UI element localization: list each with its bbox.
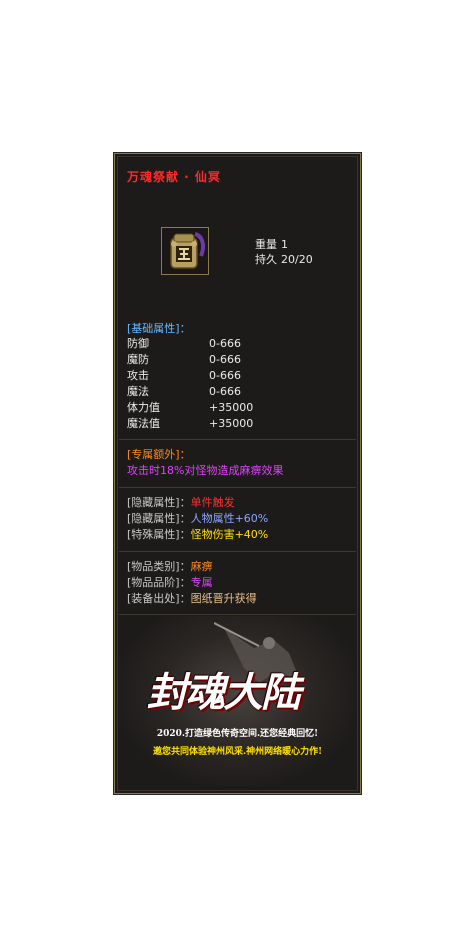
item-meta: 重量 1 持久 20/20 <box>255 237 313 267</box>
stat-value: +35000 <box>209 401 254 414</box>
stat-label: 魔法 <box>127 385 149 398</box>
divider <box>119 439 356 440</box>
game-banner: 封魂大陆 2020.打造绿色传奇空间.还您经典回忆! 邀您共同体验神州风采.神州… <box>119 616 356 786</box>
stat-row: 防御 0-666 <box>127 336 253 352</box>
stat-value: 0-666 <box>209 337 241 350</box>
stat-value: +35000 <box>209 417 254 430</box>
stat-row: 魔法 0-666 <box>127 384 253 400</box>
game-logo: 封魂大陆 <box>147 669 301 716</box>
seal-token-icon <box>170 232 205 269</box>
divider <box>119 487 356 488</box>
stat-row: 魔防 0-666 <box>127 352 253 368</box>
item-name: 万魂祭献 · 仙冥 <box>127 170 221 184</box>
stat-value: 0-666 <box>209 385 241 398</box>
info-label: [物品品阶]： <box>127 576 191 589</box>
weight-value: 1 <box>281 238 288 251</box>
base-attributes-header: [基础属性]： <box>127 322 191 335</box>
info-label: [装备出处]： <box>127 592 191 605</box>
stat-value: 0-666 <box>209 369 241 382</box>
exclusive-extra-header: [专属额外]： <box>127 448 191 461</box>
item-slot[interactable] <box>161 227 209 275</box>
divider <box>119 551 356 552</box>
stat-label: 体力值 <box>127 401 160 414</box>
base-stats-list: 防御 0-666 魔防 0-666 攻击 0-666 魔法 0-666 体力值 +3500… <box>127 336 253 432</box>
info-row: [物品品阶]：专属 <box>127 575 213 591</box>
exclusive-extra-effect: 攻击时18%对怪物造成麻痹效果 <box>127 464 284 477</box>
banner-slogan-primary: 2020.打造绿色传奇空间.还您经典回忆! <box>156 729 319 739</box>
special-attr-row: [特殊属性]：怪物伤害+40% <box>127 527 268 543</box>
attr-value: 单件触发 <box>190 496 235 509</box>
stat-label: 魔法值 <box>127 417 160 430</box>
info-row: [装备出处]：图纸晋升获得 <box>127 591 257 607</box>
stat-row: 攻击 0-666 <box>127 368 253 384</box>
hidden-attr-row: [隐藏属性]：单件触发 <box>127 495 235 511</box>
info-value: 图纸晋升获得 <box>190 592 257 605</box>
banner-slogan-secondary: 邀您共同体验神州风采.神州网络暖心力作! <box>152 747 323 757</box>
attr-suffix: +40% <box>234 528 269 541</box>
stat-label: 魔防 <box>127 353 149 366</box>
info-row: [物品类别]：麻痹 <box>127 559 213 575</box>
durability-label: 持久 <box>255 253 277 266</box>
stat-row: 魔法值 +35000 <box>127 416 253 432</box>
divider <box>119 614 356 615</box>
stat-row: 体力值 +35000 <box>127 400 253 416</box>
info-value: 麻痹 <box>190 560 213 573</box>
attr-label: [特殊属性]： <box>127 528 191 541</box>
attr-value: 怪物伤害 <box>190 528 235 541</box>
info-value: 专属 <box>190 576 213 589</box>
attr-label: [隐藏属性]： <box>127 496 191 509</box>
attr-suffix: +60% <box>234 512 269 525</box>
stat-value: 0-666 <box>209 353 241 366</box>
hidden-attr-row: [隐藏属性]：人物属性+60% <box>127 511 268 527</box>
weight-label: 重量 <box>255 238 277 251</box>
attr-value: 人物属性 <box>190 512 235 525</box>
item-tooltip: 万魂祭献 · 仙冥 重量 1 持久 20/20 [基础属性]： 防御 0-666 魔防… <box>113 152 362 795</box>
durability-value: 20/20 <box>281 253 313 266</box>
stat-label: 防御 <box>127 337 149 350</box>
attr-label: [隐藏属性]： <box>127 512 191 525</box>
stat-label: 攻击 <box>127 369 149 382</box>
info-label: [物品类别]： <box>127 560 191 573</box>
